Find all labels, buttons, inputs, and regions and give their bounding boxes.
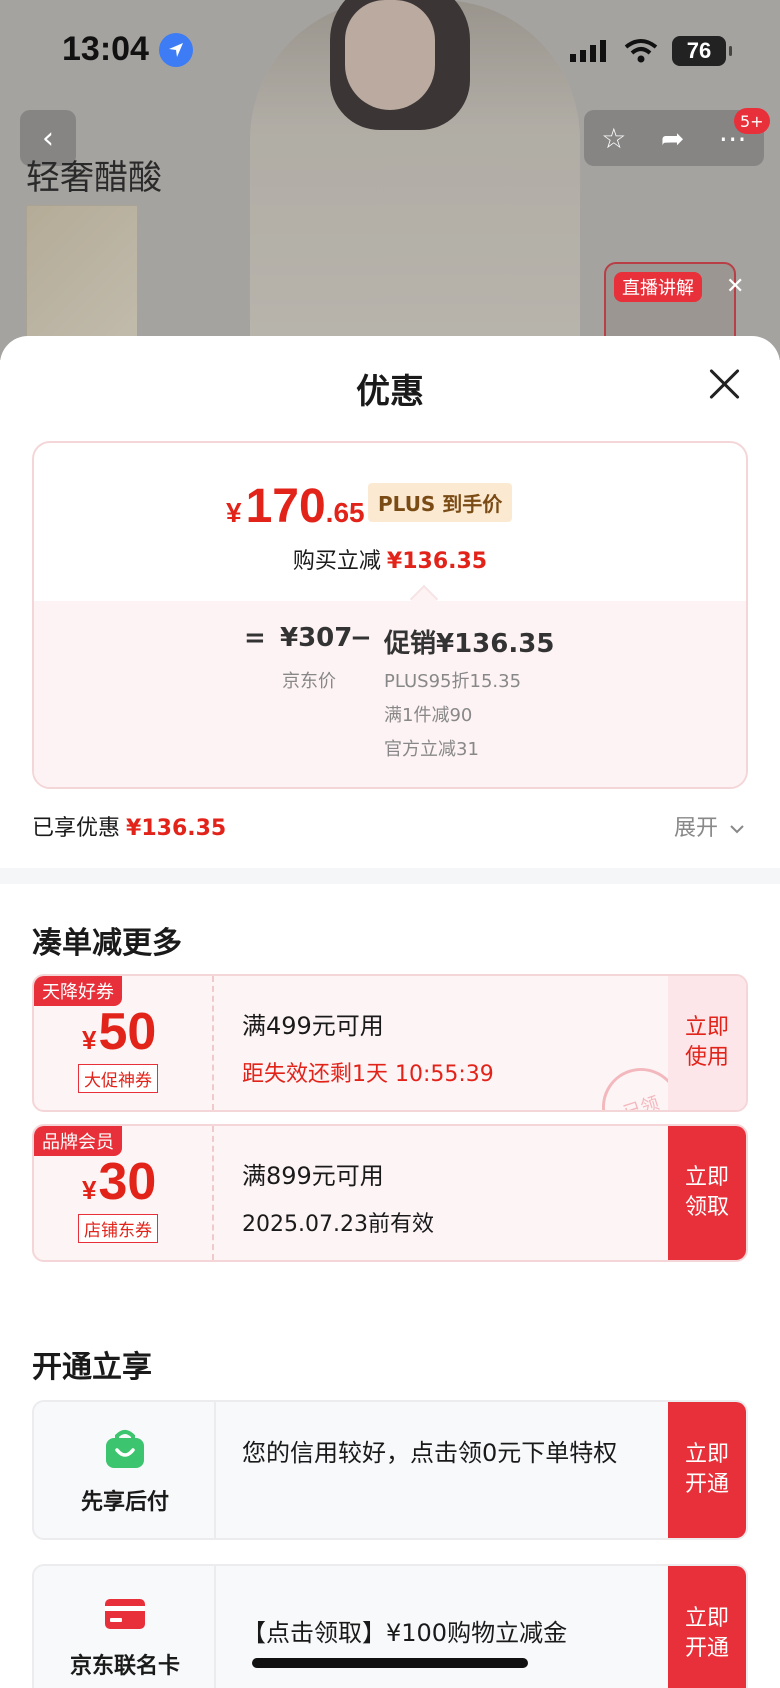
notification-badge: 5+ [734,108,770,134]
plus-price-tag: PLUS 到手价 [368,483,513,522]
benefit-desc: 您的信用较好，点击领0元下单特权 [242,1439,618,1467]
benefit-card: 先享后付 您的信用较好，点击领0元下单特权 立即 开通 [32,1400,748,1540]
product-title: 轻奢醋酸 [26,158,162,198]
activate-button[interactable]: 立即 开通 [668,1402,746,1538]
coupon-countdown: 距失效还剩1天 10:55:39 [242,1062,494,1087]
section-title-more: 凑单减更多 [32,926,182,961]
section-divider [0,868,780,884]
jd-price: ¥307 [280,623,353,653]
live-close-icon[interactable]: ✕ [726,274,744,299]
close-icon[interactable] [706,366,742,402]
promo-item: PLUS95折15.35 [384,671,522,692]
final-price: ¥ 170 .65 [226,480,365,533]
coupon-kind: 大促神券 [78,1064,158,1093]
credit-card-icon [105,1599,145,1629]
equals-sign: = [244,623,266,653]
wifi-icon [624,39,658,63]
buy-reduce-line: 购买立减 ¥136.35 [292,549,488,574]
home-indicator[interactable] [252,1658,528,1668]
coupon-condition: 满499元可用 [242,1012,384,1040]
enjoyed-discount: 已享优惠 ¥136.35 [32,816,227,841]
status-time: 13:04 [62,30,149,68]
jd-price-label: 京东价 [282,671,336,692]
share-icon[interactable]: ➦ [661,122,684,155]
price-breakdown-card: ¥ 170 .65 PLUS 到手价 购买立减 ¥136.35 = ¥307 京东… [32,441,748,789]
live-tag: 直播讲解 [614,272,702,302]
price-formula: = ¥307 京东价 − 促销¥136.35 PLUS95折15.35 满1件减… [34,601,746,787]
sheet-title: 优惠 [356,372,424,412]
chevron-down-icon [730,825,744,834]
coupon-kind: 店铺东券 [78,1214,158,1243]
benefit-label: 先享后付 [80,1490,169,1515]
status-bar: 13:04 76 [0,0,780,100]
use-now-button[interactable]: 立即 使用 [668,976,746,1110]
benefit-desc: 【点击领取】¥100购物立减金 [242,1619,568,1647]
shopping-bag-icon [106,1430,144,1468]
coupon-amount: ¥30 [82,1153,157,1211]
battery-indicator: 76 [672,36,732,66]
coupon-card: 品牌会员 ¥30 店铺东券 满899元可用 2025.07.23前有效 立即 领… [32,1124,748,1262]
promo-item: 满1件减90 [384,705,473,726]
location-icon [159,33,193,67]
coupon-condition: 满899元可用 [242,1162,384,1190]
benefit-label: 京东联名卡 [69,1654,180,1679]
expand-button[interactable]: 展开 [674,810,745,842]
promo-total: 促销¥136.35 [384,629,555,659]
favorite-star-icon[interactable]: ☆ [601,122,626,155]
coupon-amount: ¥50 [82,1003,157,1061]
minus-sign: − [350,623,372,653]
benefit-card: 京东联名卡 【点击领取】¥100购物立减金 立即 开通 [32,1564,748,1688]
signal-icon [570,40,606,62]
section-title-open: 开通立享 [32,1350,152,1385]
discount-sheet: 优惠 ¥ 170 .65 PLUS 到手价 购买立减 ¥136.35 = ¥307… [0,336,780,1688]
promo-item: 官方立减31 [384,739,479,760]
coupon-validity: 2025.07.23前有效 [242,1212,434,1237]
coupon-card: 天降好券 ¥50 大促神券 满499元可用 距失效还剩1天 10:55:39 已… [32,974,748,1112]
claim-now-button[interactable]: 立即 领取 [668,1126,746,1260]
activate-button[interactable]: 立即 开通 [668,1566,746,1688]
